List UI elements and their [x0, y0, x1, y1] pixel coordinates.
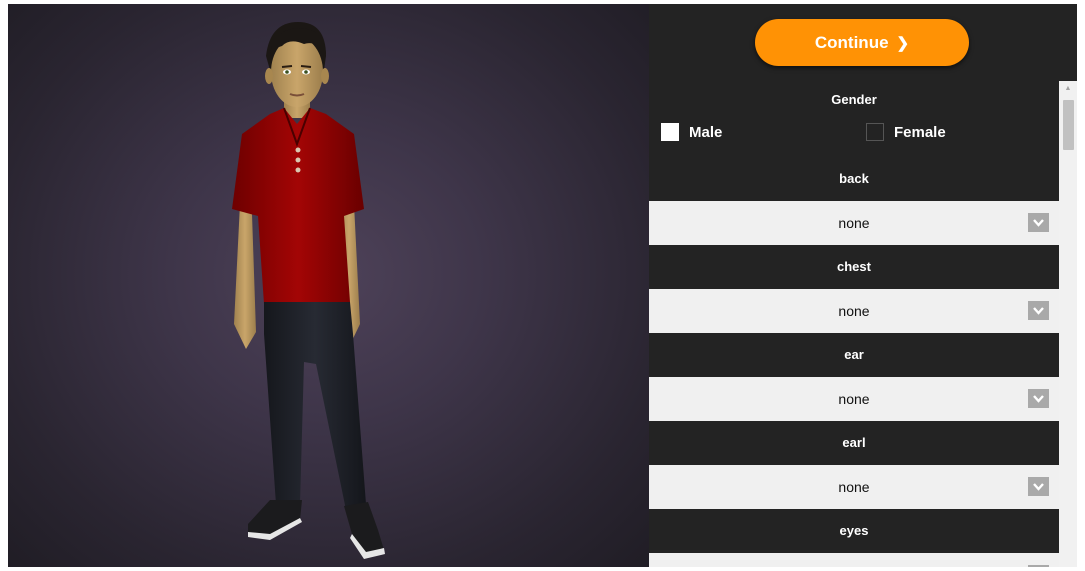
eyes-select[interactable]: none	[649, 553, 1059, 567]
male-option[interactable]: Male	[661, 123, 722, 141]
customization-panel: Continue ❯ Gender Male Female back none …	[649, 4, 1077, 567]
scroll-up-arrow-icon[interactable]: ▲	[1059, 81, 1077, 95]
select-value: none	[838, 303, 870, 319]
ear-select[interactable]: none	[649, 377, 1059, 421]
chevron-down-icon[interactable]	[1028, 389, 1049, 408]
section-title-chest: chest	[837, 259, 871, 274]
scroll-thumb[interactable]	[1063, 100, 1074, 150]
continue-button[interactable]: Continue ❯	[755, 19, 969, 66]
section-title-ear: ear	[844, 347, 864, 362]
male-label: Male	[689, 123, 723, 141]
earl-select[interactable]: none	[649, 465, 1059, 509]
chevron-down-icon[interactable]	[1028, 565, 1049, 567]
chest-select[interactable]: none	[649, 289, 1059, 333]
chevron-down-icon[interactable]	[1028, 213, 1049, 232]
female-label: Female	[894, 123, 946, 141]
select-value: none	[838, 391, 870, 407]
female-checkbox[interactable]	[866, 123, 884, 141]
female-option[interactable]: Female	[866, 123, 946, 141]
avatar-figure	[232, 22, 385, 559]
section-title-earl: earl	[842, 435, 866, 450]
gender-title: Gender	[831, 92, 877, 107]
avatar-viewport[interactable]	[8, 4, 649, 567]
chevron-down-icon[interactable]	[1028, 477, 1049, 496]
chevron-down-icon[interactable]	[1028, 301, 1049, 320]
section-title-eyes: eyes	[839, 523, 869, 538]
select-value: none	[838, 479, 870, 495]
scrollbar[interactable]: ▲	[1059, 81, 1077, 567]
back-select[interactable]: none	[649, 201, 1059, 245]
section-title-back: back	[839, 171, 869, 186]
attachment-list: Gender Male Female back none chest none …	[649, 81, 1059, 567]
male-checkbox[interactable]	[661, 123, 679, 141]
select-value: none	[838, 215, 870, 231]
continue-label: Continue	[814, 32, 889, 52]
chevron-right-icon: ❯	[896, 34, 910, 52]
gender-options: Male Female	[649, 119, 1059, 157]
